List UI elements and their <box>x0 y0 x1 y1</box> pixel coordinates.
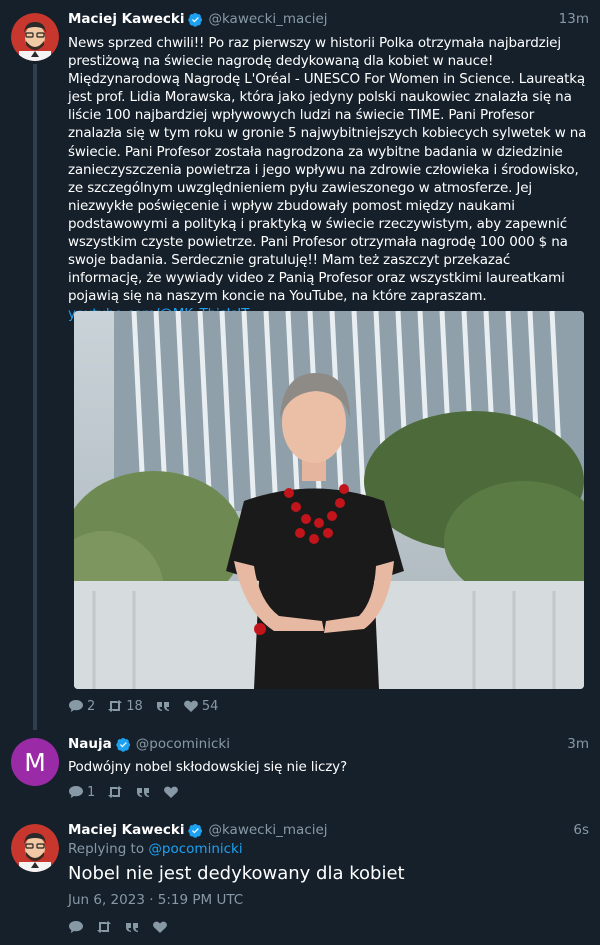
tweet-time[interactable]: 3m <box>567 736 589 752</box>
quote-button[interactable] <box>155 699 171 713</box>
reply-button[interactable]: 1 <box>68 785 95 800</box>
tweet-text-content: News sprzed chwili!! Po raz pierwszy w h… <box>68 35 587 305</box>
verified-badge-icon <box>188 823 203 838</box>
tweet-header: Maciej Kawecki @kawecki_maciej 13m <box>68 10 589 28</box>
quote-button[interactable] <box>124 920 140 934</box>
like-count: 54 <box>201 698 219 714</box>
reply-button[interactable] <box>68 920 84 934</box>
replying-to-label: Replying to <box>68 841 145 857</box>
heart-icon <box>164 786 179 798</box>
verified-badge-icon <box>116 737 130 752</box>
reply-count: 1 <box>87 784 96 800</box>
author-handle[interactable]: @pocominicki <box>136 736 230 752</box>
heart-icon <box>153 921 167 933</box>
comment-icon <box>69 786 83 798</box>
author-name[interactable]: Nauja <box>68 736 112 752</box>
like-button[interactable]: 54 <box>183 698 219 714</box>
tweet-actions: 2 18 54 <box>68 698 230 714</box>
comment-icon <box>69 700 83 712</box>
quote-button[interactable] <box>135 785 151 799</box>
tweet-actions <box>68 919 180 935</box>
photo-portrait <box>74 311 584 689</box>
retweet-button[interactable] <box>96 920 112 934</box>
reply-button[interactable]: 2 <box>68 699 95 714</box>
like-button[interactable] <box>152 920 168 934</box>
comment-icon <box>69 921 83 933</box>
heart-icon <box>183 700 198 712</box>
like-button[interactable] <box>163 785 179 799</box>
retweet-icon <box>97 921 111 933</box>
avatar[interactable] <box>11 13 59 61</box>
retweet-icon <box>108 786 123 798</box>
avatar-letter: M <box>24 747 46 777</box>
retweet-count: 18 <box>126 698 143 714</box>
author-handle[interactable]: @kawecki_maciej <box>208 822 327 838</box>
replying-to: Replying to @pocominicki <box>68 841 243 857</box>
author-handle[interactable]: @kawecki_maciej <box>208 11 327 27</box>
tweet-photo[interactable] <box>74 311 584 689</box>
tweet-main[interactable]: Maciej Kawecki @kawecki_maciej 13m News … <box>0 0 600 725</box>
tweet-reply-1[interactable]: M Nauja @pocominicki 3m Podwójny nobel s… <box>0 725 600 810</box>
tweet-actions: 1 <box>68 784 191 800</box>
tweet-datetime[interactable]: Jun 6, 2023 · 5:19 PM UTC <box>68 892 243 908</box>
quote-icon <box>156 702 169 711</box>
retweet-button[interactable]: 18 <box>107 699 143 714</box>
reply-count: 2 <box>87 698 96 714</box>
verified-badge-icon <box>188 12 203 27</box>
replying-to-handle[interactable]: @pocominicki <box>148 841 242 857</box>
retweet-icon <box>108 700 123 712</box>
author-name[interactable]: Maciej Kawecki <box>68 822 184 838</box>
retweet-button[interactable] <box>107 785 123 799</box>
tweet-time[interactable]: 6s <box>573 822 589 838</box>
tweet-reply-2[interactable]: Maciej Kawecki @kawecki_maciej 6s Replyi… <box>0 811 600 945</box>
tweet-header: Nauja @pocominicki 3m <box>68 735 589 753</box>
tweet-header: Maciej Kawecki @kawecki_maciej 6s <box>68 821 589 839</box>
tweet-time[interactable]: 13m <box>559 11 589 27</box>
avatar[interactable]: M <box>11 738 59 786</box>
quote-icon <box>137 788 150 797</box>
author-name[interactable]: Maciej Kawecki <box>68 11 184 27</box>
tweet-text: Podwójny nobel skłodowskiej się nie licz… <box>68 759 348 775</box>
tweet-text: Nobel nie jest dedykowany dla kobiet <box>68 863 405 884</box>
avatar[interactable] <box>11 824 59 872</box>
quote-icon <box>126 923 138 932</box>
tweet-text: News sprzed chwili!! Po raz pierwszy w h… <box>68 34 588 324</box>
